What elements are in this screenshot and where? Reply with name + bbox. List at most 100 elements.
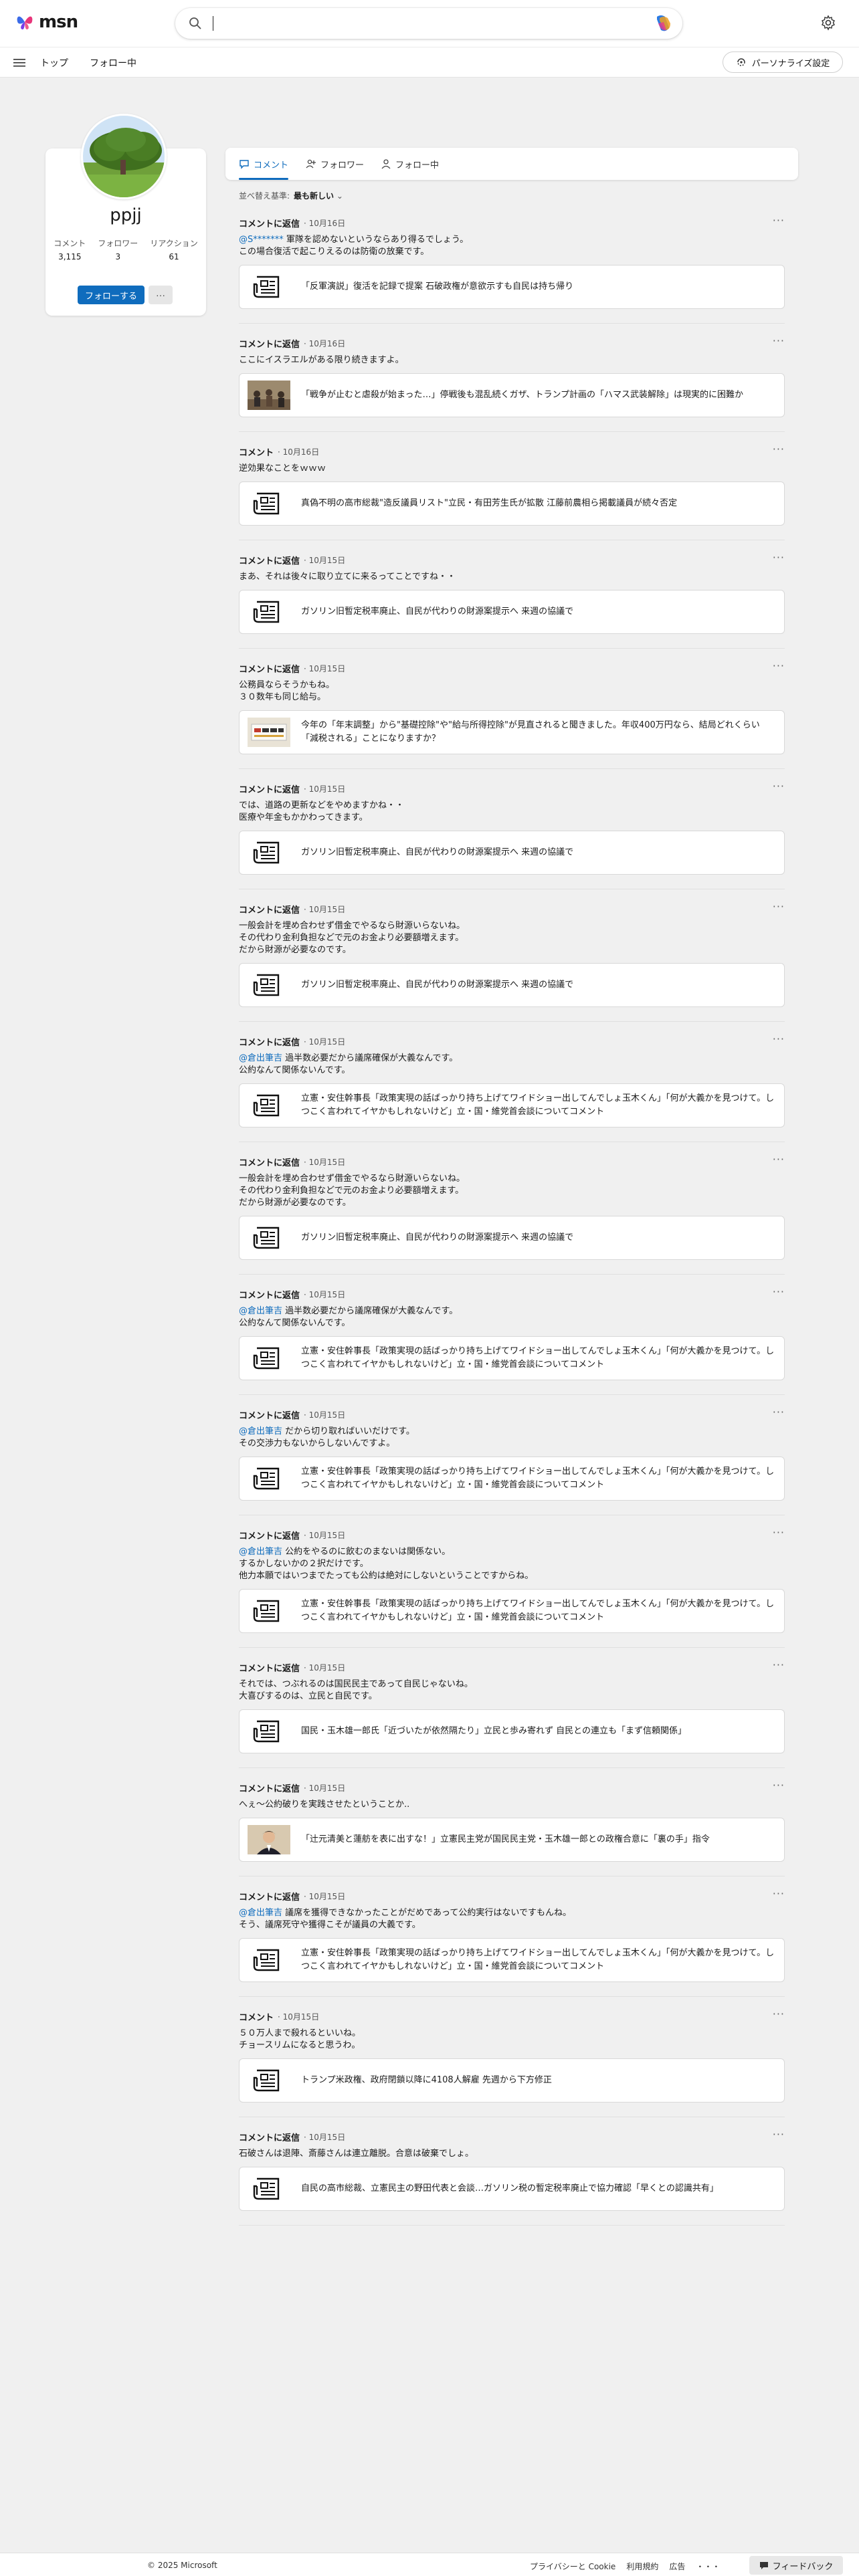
follow-button[interactable]: フォローする bbox=[78, 286, 145, 304]
article-title: 国民・玉木雄一郎氏「近づいたが依然隔たり」立民と歩み寄れず 自民との連立も「まず… bbox=[301, 1726, 687, 1736]
comment-text: @倉出筆吉 過半数必要だから議席確保が大義なんです。 公約なんて関係ないんです。 bbox=[239, 1053, 785, 1077]
mention-link[interactable]: @倉出筆吉 bbox=[239, 1547, 282, 1557]
profile-name: ppjj bbox=[110, 205, 142, 225]
more-options-icon[interactable]: ··· bbox=[773, 2128, 785, 2141]
comment-date-value: 10月16日 bbox=[282, 447, 320, 457]
article-card[interactable]: 「反軍演説」復活を記録で提案 石破政権が意欲示すも自民は持ち帰り bbox=[239, 265, 785, 309]
comment-line: 逆効果なことをｗｗｗ bbox=[239, 463, 326, 473]
footer-link-terms[interactable]: 利用規約 bbox=[626, 2561, 658, 2572]
comment-item: コメントに返信 · 10月15日 ··· 石破さんは退陣、斎藤さんは連立離脱。合… bbox=[239, 2128, 785, 2238]
more-options-icon[interactable]: ··· bbox=[773, 443, 785, 455]
sort-value[interactable]: 最も新しい bbox=[294, 191, 334, 201]
article-card[interactable]: ガソリン旧暫定税率廃止、自民が代わりの財源案提示へ 来週の協議で bbox=[239, 1216, 785, 1260]
comment-item: コメント · 10月16日 ··· 逆効果なことをｗｗｗ 真偽不明の高市総裁"造… bbox=[239, 443, 785, 552]
comment-date-value: 10月15日 bbox=[308, 1662, 346, 1673]
footer-link-more[interactable]: ・・・ bbox=[696, 2561, 720, 2572]
more-options-icon[interactable]: ··· bbox=[773, 900, 785, 913]
article-card[interactable]: 立憲・安住幹事長「政策実現の話ばっかり持ち上げてワイドショー出してんでしょ玉木く… bbox=[239, 1336, 785, 1380]
more-options-icon[interactable]: ··· bbox=[773, 1285, 785, 1298]
article-card[interactable]: 立憲・安住幹事長「政策実現の話ばっかり持ち上げてワイドショー出してんでしょ玉木く… bbox=[239, 1938, 785, 1982]
comment-header: コメントに返信 · 10月15日 ··· bbox=[239, 1285, 785, 1301]
article-thumbnail bbox=[248, 597, 290, 627]
divider bbox=[239, 1996, 785, 1997]
more-options-icon[interactable]: ··· bbox=[773, 1406, 785, 1418]
profile-more-button[interactable]: ··· bbox=[149, 286, 173, 304]
comment-date: · 10月15日 bbox=[304, 1157, 346, 1167]
more-options-icon[interactable]: ··· bbox=[773, 780, 785, 792]
comment-line: それでは、つぶれるのは国民民主であって自民じゃないね。 bbox=[239, 1679, 473, 1689]
nav-following[interactable]: フォロー中 bbox=[90, 56, 136, 70]
article-card[interactable]: 真偽不明の高市総裁"造反議員リスト"立民・有田芳生氏が拡散 江藤前農相ら掲載議員… bbox=[239, 481, 785, 526]
tax-documents-thumbnail bbox=[248, 718, 290, 747]
more-options-icon[interactable]: ··· bbox=[773, 1658, 785, 1671]
article-card[interactable]: 「戦争が止むと虐殺が始まった…」停戦後も混乱続くガザ、トランプ計画の「ハマス武装… bbox=[239, 373, 785, 417]
article-card[interactable]: 自民の高市総裁、立憲民主の野田代表と会談…ガソリン税の暫定税率廃止で協力確認「早… bbox=[239, 2167, 785, 2211]
article-card[interactable]: 立憲・安住幹事長「政策実現の話ばっかり持ち上げてワイドショー出してんでしょ玉木く… bbox=[239, 1589, 785, 1633]
more-options-icon[interactable]: ··· bbox=[773, 1779, 785, 1792]
article-card[interactable]: 今年の「年末調整」から"基礎控除"や"給与所得控除"が見直されると聞きました。年… bbox=[239, 710, 785, 754]
comment-date-value: 10月15日 bbox=[282, 2012, 320, 2022]
feedback-button[interactable]: フィードバック bbox=[749, 2556, 843, 2575]
sort-control[interactable]: 並べ替え基準: 最も新しい ⌄ bbox=[239, 190, 343, 201]
hamburger-menu-icon[interactable] bbox=[13, 58, 25, 68]
tab-following[interactable]: フォロー中 bbox=[381, 148, 439, 180]
comment-header: コメントに返信 · 10月15日 ··· bbox=[239, 1153, 785, 1169]
comment-line: その交渉力もないからしないんですよ。 bbox=[239, 1438, 395, 1448]
comment-text: @倉出筆吉 だから切り取ればいいだけです。 その交渉力もないからしないんですよ。 bbox=[239, 1426, 785, 1450]
mention-link[interactable]: @倉出筆吉 bbox=[239, 1426, 282, 1436]
more-options-icon[interactable]: ··· bbox=[773, 214, 785, 227]
article-card[interactable]: 「辻元清美と蓮舫を表に出すな！」立憲民主党が国民民主党・玉木雄一郎との政権合意に… bbox=[239, 1818, 785, 1862]
tab-label: フォロー中 bbox=[395, 160, 440, 171]
msn-logo[interactable]: msn bbox=[15, 12, 78, 32]
comment-type: コメントに返信 bbox=[239, 219, 300, 229]
more-options-icon[interactable]: ··· bbox=[773, 659, 785, 672]
comment-date-value: 10月15日 bbox=[308, 1783, 346, 1793]
more-options-icon[interactable]: ··· bbox=[773, 1033, 785, 1045]
copilot-icon[interactable] bbox=[653, 14, 673, 33]
article-title: ガソリン旧暫定税率廃止、自民が代わりの財源案提示へ 来週の協議で bbox=[301, 847, 574, 857]
article-title: ガソリン旧暫定税率廃止、自民が代わりの財源案提示へ 来週の協議で bbox=[301, 980, 574, 990]
comment-text: へぇ～公約破りを実践させたということか.. bbox=[239, 1799, 785, 1811]
feedback-icon bbox=[759, 2562, 768, 2569]
tab-followers[interactable]: フォロワー bbox=[306, 148, 364, 180]
mention-link[interactable]: @S******* bbox=[239, 235, 284, 245]
article-card[interactable]: トランプ米政権、政府閉鎖以降に4108人解雇 先週から下方修正 bbox=[239, 2058, 785, 2103]
more-options-icon[interactable]: ··· bbox=[773, 2008, 785, 2020]
divider bbox=[239, 1767, 785, 1768]
article-card[interactable]: ガソリン旧暫定税率廃止、自民が代わりの財源案提示へ 来週の協議で bbox=[239, 590, 785, 634]
more-options-icon[interactable]: ··· bbox=[773, 1153, 785, 1166]
article-title: 立憲・安住幹事長「政策実現の話ばっかり持ち上げてワイドショー出してんでしょ玉木く… bbox=[301, 1599, 775, 1622]
comment-date: · 10月15日 bbox=[304, 555, 346, 565]
mention-link[interactable]: @倉出筆吉 bbox=[239, 1053, 282, 1063]
more-options-icon[interactable]: ··· bbox=[773, 334, 785, 347]
footer-link-ads[interactable]: 広告 bbox=[669, 2561, 685, 2572]
mention-link[interactable]: @倉出筆吉 bbox=[239, 1306, 282, 1316]
article-card[interactable]: ガソリン旧暫定税率廃止、自民が代わりの財源案提示へ 来週の協議で bbox=[239, 963, 785, 1007]
more-options-icon[interactable]: ··· bbox=[773, 551, 785, 564]
article-card[interactable]: 立憲・安住幹事長「政策実現の話ばっかり持ち上げてワイドショー出してんでしょ玉木く… bbox=[239, 1083, 785, 1128]
mention-link[interactable]: @倉出筆吉 bbox=[239, 1908, 282, 1918]
search-box[interactable] bbox=[175, 8, 682, 39]
search-input[interactable] bbox=[211, 13, 613, 33]
comment-item: コメントに返信 · 10月15日 ··· @倉出筆吉 過半数必要だから議席確保が… bbox=[239, 1285, 785, 1407]
comment-date-value: 10月15日 bbox=[308, 1891, 346, 1901]
comment-text: それでは、つぶれるのは国民民主であって自民じゃないね。 大喜びするのは、立民と自民… bbox=[239, 1679, 785, 1703]
personalize-button[interactable]: パーソナライズ設定 bbox=[723, 51, 843, 73]
article-card[interactable]: ガソリン旧暫定税率廃止、自民が代わりの財源案提示へ 来週の協議で bbox=[239, 831, 785, 875]
more-options-icon[interactable]: ··· bbox=[773, 1526, 785, 1539]
comment-type: コメントに返信 bbox=[239, 1892, 300, 1903]
nav-top[interactable]: トップ bbox=[40, 56, 68, 70]
comment-line: 過半数必要だから議席確保が大義なんです。 bbox=[285, 1053, 458, 1063]
article-card[interactable]: 国民・玉木雄一郎氏「近づいたが依然隔たり」立民と歩み寄れず 自民との連立も「まず… bbox=[239, 1709, 785, 1753]
comment-text: @S******* 軍隊を認めないというならあり得るでしょう。 この場合復活で起こ… bbox=[239, 234, 785, 258]
gaza-photo-thumbnail bbox=[248, 381, 290, 410]
comment-type: コメントに返信 bbox=[239, 1410, 300, 1421]
butterfly-logo-icon bbox=[17, 16, 33, 29]
article-card[interactable]: 立憲・安住幹事長「政策実現の話ばっかり持ち上げてワイドショー出してんでしょ玉木く… bbox=[239, 1457, 785, 1501]
gear-icon[interactable] bbox=[820, 15, 836, 31]
tab-comments[interactable]: コメント bbox=[239, 148, 289, 180]
more-options-icon[interactable]: ··· bbox=[773, 1887, 785, 1900]
comment-item: コメントに返信 · 10月15日 ··· @倉出筆吉 議席を獲得できなかったこと… bbox=[239, 1887, 785, 2009]
footer-link-privacy[interactable]: プライバシーと Cookie bbox=[530, 2561, 615, 2572]
stat-label: リアクション bbox=[150, 239, 198, 248]
